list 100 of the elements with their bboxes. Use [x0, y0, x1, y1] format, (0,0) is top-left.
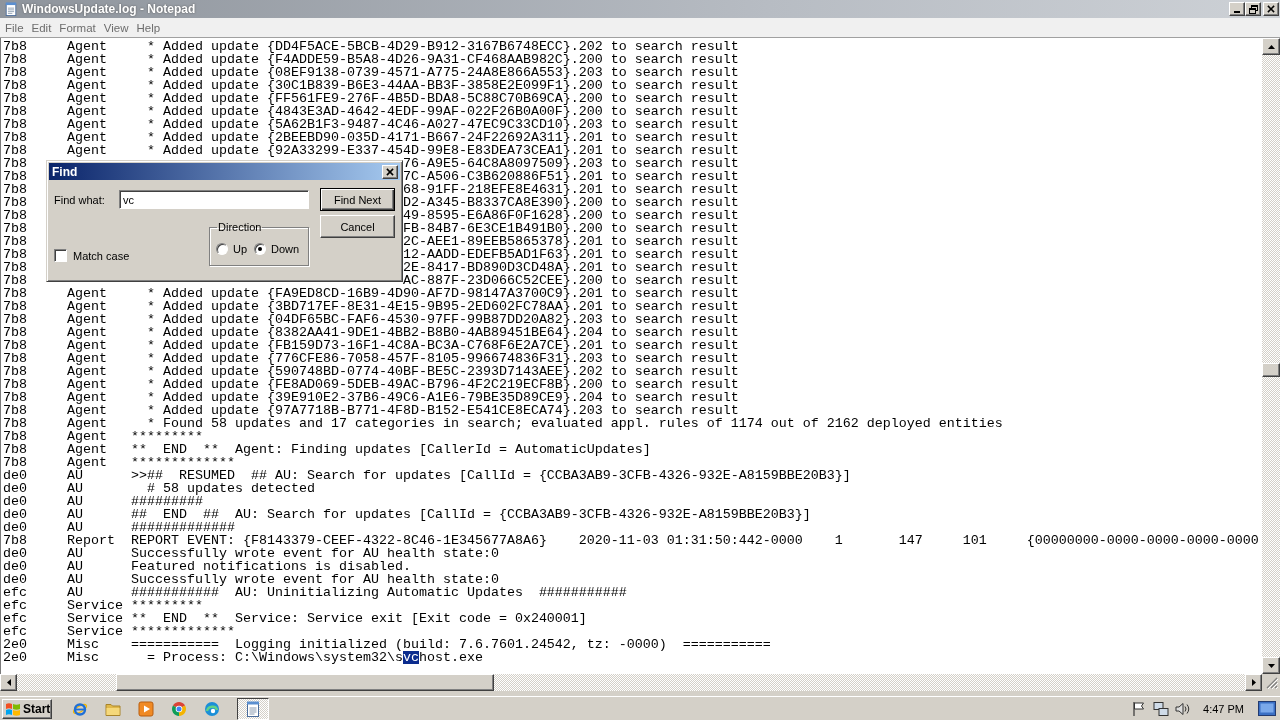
thread-id: 7b8	[3, 131, 27, 144]
log-component: AU	[67, 560, 83, 573]
right-arrow-icon	[1251, 679, 1256, 686]
scroll-right-button[interactable]	[1245, 674, 1262, 691]
find-what-field[interactable]: vc	[119, 190, 309, 209]
log-message: *************	[130, 625, 235, 638]
log-component: Agent	[67, 378, 107, 391]
close-button[interactable]	[1263, 2, 1279, 16]
scrollbar-thumb[interactable]	[1262, 363, 1280, 377]
down-arrow-icon	[1267, 663, 1275, 668]
log-message: Featured notifications is disabled.	[130, 560, 411, 573]
log-component: Agent	[67, 365, 107, 378]
notepad-icon[interactable]	[237, 697, 269, 720]
log-message: * Added update {04DF65BC-FAF6-4530-97FF-99B87DD20A82}.203 to search result	[145, 313, 739, 326]
thread-id: efc	[3, 586, 27, 599]
radio-label: Down	[271, 243, 300, 255]
log-component: Agent	[67, 391, 107, 404]
thread-id: 7b8	[3, 261, 27, 274]
menu-item[interactable]: Help	[132, 21, 165, 34]
log-message: * Added update {08EF9138-0739-4571-A775-24A8E866A553}.203 to search result	[145, 66, 739, 79]
field-label: Find what:	[54, 193, 105, 206]
text-editor[interactable]	[0, 38, 1262, 674]
speaker-icon[interactable]	[1175, 700, 1192, 717]
menu-item[interactable]: Format	[55, 21, 100, 34]
log-component: Misc	[67, 651, 99, 664]
log-message: 49-8595-E6A86F0F1628}.200 to search result	[402, 209, 739, 222]
log-message: AC-887F-23D066C52CEE}.200 to search result	[402, 274, 739, 287]
log-message: >>## RESUMED ## AU: Search for updates [CallId = {CCBA3AB9-3CFB-4326-932E-A8159BBE20B3}]	[130, 469, 851, 482]
thread-id: 7b8	[3, 92, 27, 105]
scroll-left-button[interactable]	[0, 674, 17, 691]
log-component: Agent	[67, 326, 107, 339]
window-title: WindowsUpdate.log - Notepad	[22, 2, 196, 16]
log-message: 7C-A506-C3B620886F51}.201 to search result	[402, 170, 739, 183]
log-component: Agent	[67, 144, 107, 157]
log-component: Service	[67, 599, 123, 612]
thread-id: 7b8	[3, 430, 27, 443]
swirl-icon[interactable]	[204, 700, 220, 717]
thread-id: 7b8	[3, 313, 27, 326]
find-next-button[interactable]: Find Next	[320, 188, 395, 211]
log-component: Agent	[67, 443, 107, 456]
thread-id: 7b8	[3, 417, 27, 430]
thread-id: 7b8	[3, 118, 27, 131]
scroll-down-button[interactable]	[1262, 657, 1280, 674]
log-component: Service	[67, 625, 123, 638]
log-message: D2-A345-B8337CA8E390}.200 to search result	[402, 196, 739, 209]
log-component: Agent	[67, 352, 107, 365]
log-component: AU	[67, 573, 83, 586]
log-message: * Added update {FE8AD069-5DEB-49AC-B796-4F2C219ECF8B}.200 to search result	[145, 378, 739, 391]
log-component: Agent	[67, 339, 107, 352]
checkbox[interactable]	[54, 249, 67, 262]
log-message: ** END ** Agent: Finding updates [CallerId = AutomaticUpdates]	[130, 443, 651, 456]
log-component: Agent	[67, 40, 107, 53]
log-message: * Added update {FA9ED8CD-16B9-4D90-AF7D-98147A3700C9}.201 to search result	[145, 287, 739, 300]
menu-item[interactable]: Edit	[27, 21, 56, 34]
log-message: * Added update {776CFE86-7058-457F-8105-996674836F31}.203 to search result	[145, 352, 739, 365]
play-tile-icon[interactable]	[138, 700, 154, 717]
log-message: 2C-AEE1-89EEB5865378}.201 to search result	[402, 235, 739, 248]
log-message: 68-91FF-218EFE8E4631}.201 to search result	[402, 183, 739, 196]
menu-item[interactable]: File	[1, 21, 28, 34]
horizontal-scrollbar[interactable]	[0, 674, 1262, 691]
log-message: REPORT EVENT: {F8143379-CEEF-4322-8C46-1E345677A8A6} 2020-11-03 01:31:50:442-0000 1 147 101 {00000000-0000-0000-0000-0000	[130, 534, 1259, 547]
computer-icon[interactable]	[1153, 700, 1170, 717]
vertical-scrollbar[interactable]	[1262, 38, 1280, 674]
restore-button[interactable]	[1245, 2, 1261, 16]
thread-id: 7b8	[3, 235, 27, 248]
thread-id: de0	[3, 508, 27, 521]
log-message: * Added update {39E910E2-37B6-49C6-A1E6-79BE35D89CE9}.204 to search result	[145, 391, 739, 404]
menu-item[interactable]: View	[99, 21, 133, 34]
log-component: Agent	[67, 456, 107, 469]
thread-id: 7b8	[3, 287, 27, 300]
cancel-button[interactable]: Cancel	[320, 215, 395, 238]
notepad-icon	[4, 2, 18, 16]
log-message: * Added update {97A7718B-B771-4F8D-B152-E541CE8ECA74}.203 to search result	[145, 404, 739, 417]
log-message: # 58 updates detected	[145, 482, 315, 495]
scroll-up-button[interactable]	[1262, 38, 1280, 55]
scrollbar-thumb[interactable]	[116, 674, 494, 691]
minimize-button[interactable]	[1229, 2, 1245, 16]
letter-e-icon[interactable]	[72, 700, 88, 717]
log-message: * Added update {3BD717EF-8E31-4E15-9B95-2ED602FC78AA}.201 to search result	[145, 300, 739, 313]
log-message: * Added update {8382AA41-9DE1-4BB2-B8B0-4AB89451BE64}.204 to search result	[145, 326, 739, 339]
thread-id: 7b8	[3, 183, 27, 196]
log-message: #############	[130, 521, 235, 534]
log-message: * Added update {F4ADDE59-B5A8-4D26-9A31-CF468AAB982C}.200 to search result	[145, 53, 739, 66]
segmented-circle-icon[interactable]	[171, 700, 187, 717]
log-component: Report	[67, 534, 115, 547]
grip-icon[interactable]	[1266, 677, 1278, 689]
thread-id: 7b8	[3, 339, 27, 352]
log-component: Agent	[67, 287, 107, 300]
thread-id: 7b8	[3, 170, 27, 183]
screen-icon[interactable]	[1258, 701, 1276, 716]
start-button[interactable]: Start	[2, 698, 52, 719]
log-message: * Added update {5A62B1F3-9487-4C46-A027-47EC9C33CD10}.203 to search result	[145, 118, 739, 131]
log-component: AU	[67, 508, 83, 521]
radio-button[interactable]	[216, 243, 228, 255]
log-component: Service	[67, 612, 123, 625]
radio-button[interactable]	[254, 243, 267, 255]
close-button[interactable]	[382, 164, 398, 179]
thread-id: de0	[3, 495, 27, 508]
log-message: ########### AU: Uninitializing Automatic Updates ###########	[130, 586, 627, 599]
thread-id: de0	[3, 482, 27, 495]
